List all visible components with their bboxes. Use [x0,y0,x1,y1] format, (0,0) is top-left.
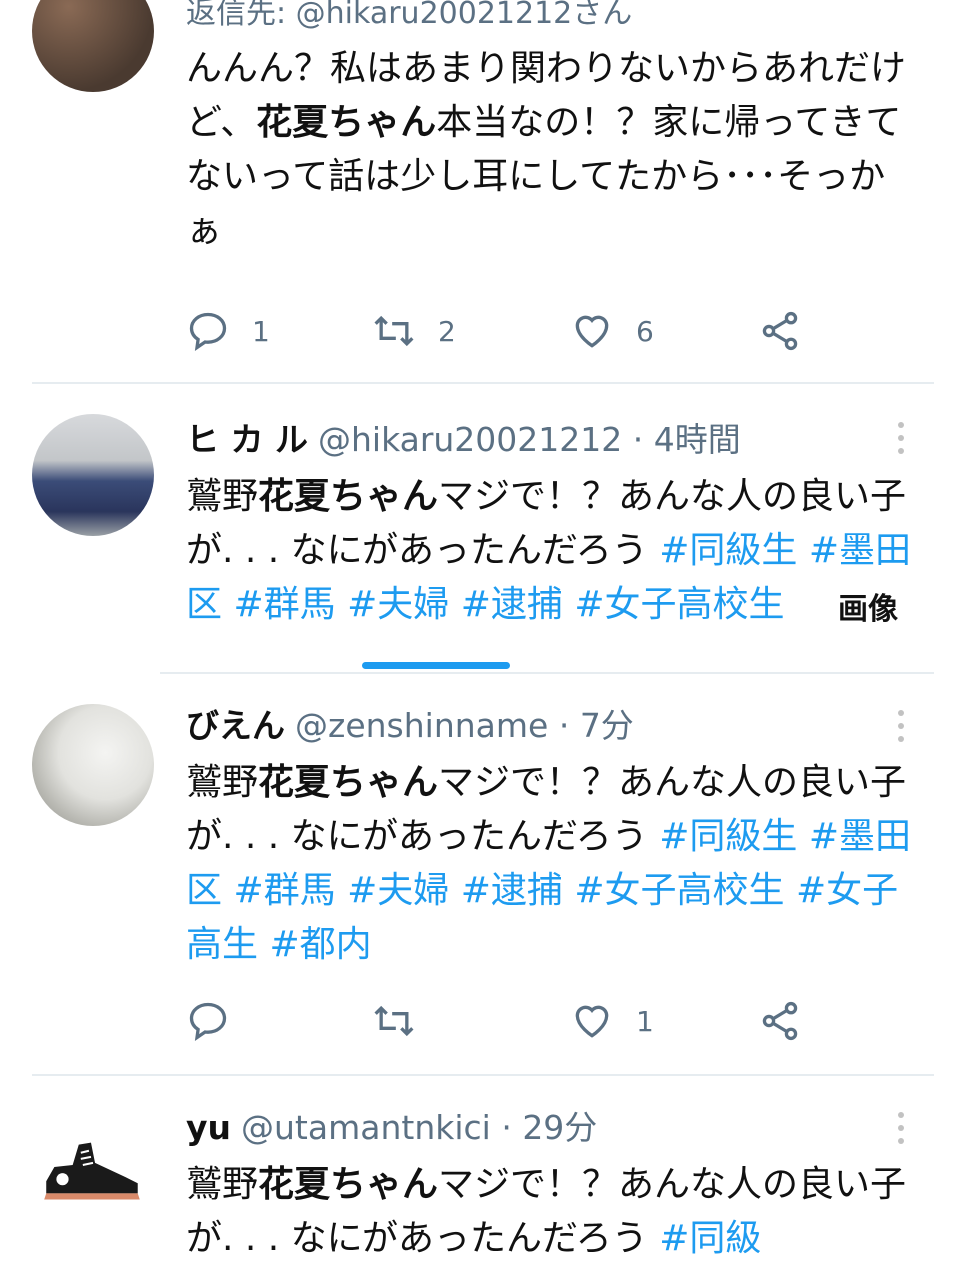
separator: · [548,706,580,745]
display-name[interactable]: yu [186,1108,231,1147]
reply-to-label[interactable]: 返信先: @hikaru20021212さん [186,0,916,32]
display-name[interactable]: ヒ カ ル [186,420,308,459]
timestamp[interactable]: 4時間 [654,420,741,459]
hashtag[interactable]: #夫婦 [347,870,449,911]
retweet-count: 2 [438,314,456,348]
reply-icon [189,1002,227,1041]
tweet-1[interactable]: 返信先: @hikaru20021212さん んんん？私はあまり関わりないからあ… [0,0,960,384]
retweet-icon [374,1005,414,1037]
hashtag[interactable]: #群馬 [233,584,335,625]
tweet-text: んんん？私はあまり関わりないからあれだけど、花夏ちゃん本当なの！？家に帰ってきて… [186,48,907,251]
reply-button[interactable] [186,996,252,1046]
share-button[interactable] [758,996,802,1046]
retweet-button[interactable] [372,996,438,1046]
hashtag[interactable]: #逮捕 [461,584,563,625]
like-icon [575,1005,609,1038]
user-handle[interactable]: @hikaru20021212 [318,420,622,459]
sneaker-icon [44,1142,140,1200]
tweet-text: 鷲野花夏ちゃんマジで！？あんな人の良い子が. . . なにがあったんだろう #同… [186,476,912,625]
retweet-button[interactable]: 2 [372,306,456,356]
image-label[interactable]: 画像 [834,590,902,630]
timestamp[interactable]: 7分 [580,706,634,745]
avatar[interactable] [32,0,154,92]
like-count: 6 [636,314,654,348]
share-button[interactable] [758,306,802,356]
scroll-indicator [362,662,510,669]
more-icon[interactable] [894,1112,908,1144]
user-handle[interactable]: @zenshinname [295,706,548,745]
tweet-text: 鷲野花夏ちゃんマジで！？あんな人の良い子が. . . なにがあったんだろう #同… [186,762,912,965]
hashtag[interactable]: #群馬 [233,870,335,911]
separator: · [622,420,654,459]
user-handle[interactable]: @utamantnkici [241,1108,491,1147]
like-count: 1 [636,1004,654,1038]
avatar[interactable] [32,704,154,826]
tweet-3[interactable]: びえん @zenshinname · 7分 鷲野花夏ちゃんマジで！？あんな人の良い… [0,674,960,1074]
reply-count: 1 [252,314,270,348]
hashtag[interactable]: #夫婦 [347,584,449,625]
avatar[interactable] [32,1106,154,1228]
tweet-4[interactable]: yu @utamantnkici · 29分 鷲野花夏ちゃんマジで！？あんな人の良… [0,1076,960,1280]
more-icon[interactable] [894,710,908,742]
avatar[interactable] [32,414,154,536]
hashtag[interactable]: #女子高校生 [574,870,784,911]
like-button[interactable]: 6 [570,306,654,356]
retweet-icon [374,315,414,347]
timestamp[interactable]: 29分 [522,1108,597,1147]
hashtag[interactable]: #同級 [659,1218,761,1259]
hashtag[interactable]: #同級生 [659,816,797,857]
separator: · [490,1108,523,1147]
hashtag[interactable]: #逮捕 [461,870,563,911]
like-button[interactable]: 1 [570,996,654,1046]
tweet-header: びえん @zenshinname · 7分 [186,704,916,748]
reply-icon [189,312,227,351]
tweet-2[interactable]: ヒ カ ル @hikaru20021212 · 4時間 鷲野花夏ちゃんマジで！？あ… [0,384,960,674]
tweet-header: yu @utamantnkici · 29分 [186,1106,916,1150]
display-name[interactable]: びえん [186,706,285,745]
like-icon [575,315,609,348]
hashtag[interactable]: #女子高校生 [574,584,784,625]
more-icon[interactable] [894,422,908,454]
reply-button[interactable]: 1 [186,306,270,356]
tweet-header: ヒ カ ル @hikaru20021212 · 4時間 [186,418,916,462]
share-icon [762,311,798,351]
hashtag[interactable]: #都内 [269,924,371,965]
tweet-text: 鷲野花夏ちゃんマジで！？あんな人の良い子が. . . なにがあったんだろう #同… [186,1164,907,1259]
hashtag[interactable]: #同級生 [659,530,797,571]
share-icon [762,1001,798,1041]
